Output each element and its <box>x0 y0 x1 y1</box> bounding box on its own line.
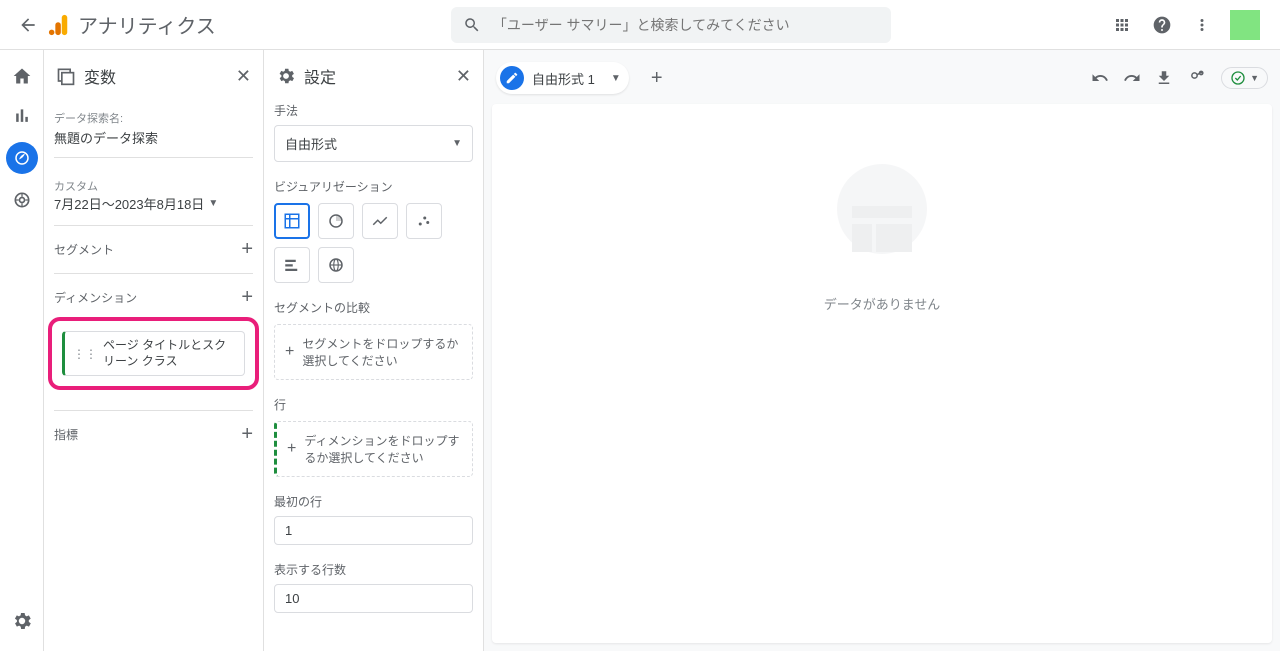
download-icon[interactable] <box>1155 69 1173 87</box>
add-segment-button[interactable]: + <box>241 238 253 261</box>
canvas-tab[interactable]: 自由形式 1 ▼ <box>496 62 629 94</box>
add-dimension-button[interactable]: + <box>241 286 253 309</box>
share-icon[interactable] <box>1187 68 1207 88</box>
date-value: 7月22日～2023年8月18日 <box>54 194 204 213</box>
canvas-body: データがありません <box>492 104 1272 643</box>
viz-line-button[interactable] <box>362 203 398 239</box>
viz-bar-button[interactable] <box>274 247 310 283</box>
apps-icon[interactable] <box>1110 13 1134 37</box>
segment-drop-text: セグメントをドロップするか選択してください <box>302 335 462 369</box>
dropdown-icon: ▼ <box>1250 73 1259 83</box>
first-row-label: 最初の行 <box>274 493 473 510</box>
dropdown-icon: ▼ <box>452 138 462 149</box>
segment-drop-area[interactable]: + セグメントをドロップするか選択してください <box>274 324 473 380</box>
settings-panel-title: 設定 <box>304 64 448 88</box>
segments-title: セグメント <box>54 241 114 258</box>
empty-state-icon <box>822 164 942 264</box>
edit-icon <box>500 66 524 90</box>
dropdown-icon: ▼ <box>611 73 621 84</box>
canvas-tab-label: 自由形式 1 <box>532 69 595 88</box>
rows-label: 行 <box>274 396 473 413</box>
more-icon[interactable] <box>1190 13 1214 37</box>
viz-table-button[interactable] <box>274 203 310 239</box>
rail-home-icon[interactable] <box>8 62 36 90</box>
date-label: カスタム <box>54 178 253 194</box>
variables-panel-title: 変数 <box>84 64 228 88</box>
settings-close-icon[interactable]: ✕ <box>456 66 471 87</box>
visualization-label: ビジュアリゼーション <box>274 178 473 195</box>
viz-donut-button[interactable] <box>318 203 354 239</box>
rows-drop-area[interactable]: + ディメンションをドロップするか選択してください <box>274 421 473 477</box>
undo-icon[interactable] <box>1091 69 1109 87</box>
dimensions-title: ディメンション <box>54 289 137 306</box>
search-input[interactable] <box>493 17 879 33</box>
back-button[interactable] <box>16 13 40 37</box>
metrics-title: 指標 <box>54 426 78 443</box>
variables-icon <box>56 66 76 86</box>
rail-settings-icon[interactable] <box>8 607 36 635</box>
settings-icon <box>276 66 296 86</box>
empty-state-text: データがありません <box>824 294 941 313</box>
help-icon[interactable] <box>1150 13 1174 37</box>
search-icon <box>463 16 481 34</box>
rows-shown-label: 表示する行数 <box>274 561 473 578</box>
rows-shown-input[interactable]: 10 <box>274 584 473 613</box>
redo-icon[interactable] <box>1123 69 1141 87</box>
rail-explore-icon[interactable] <box>6 142 38 174</box>
exploration-name-value[interactable]: 無題のデータ探索 <box>54 128 253 147</box>
avatar[interactable] <box>1230 10 1260 40</box>
date-picker[interactable]: 7月22日～2023年8月18日 ▼ <box>54 194 253 213</box>
drag-handle-icon: ⋮⋮ <box>73 347 97 361</box>
app-title: アナリティクス <box>78 10 216 39</box>
search-box[interactable] <box>451 7 891 43</box>
rows-drop-text: ディメンションをドロップするか選択してください <box>304 432 462 466</box>
dimension-chip[interactable]: ⋮⋮ ページ タイトルとスクリーン クラス <box>62 331 245 376</box>
add-tab-button[interactable]: + <box>641 62 673 94</box>
add-metric-button[interactable]: + <box>241 423 253 446</box>
technique-label: 手法 <box>274 102 473 119</box>
variables-close-icon[interactable]: ✕ <box>236 66 251 87</box>
viz-scatter-button[interactable] <box>406 203 442 239</box>
viz-geo-button[interactable] <box>318 247 354 283</box>
rail-reports-icon[interactable] <box>8 102 36 130</box>
exploration-name-label: データ探索名: <box>54 110 253 126</box>
technique-value: 自由形式 <box>285 134 337 153</box>
rail-advertising-icon[interactable] <box>8 186 36 214</box>
first-row-input[interactable]: 1 <box>274 516 473 545</box>
status-chip[interactable]: ▼ <box>1221 67 1268 89</box>
segment-compare-label: セグメントの比較 <box>274 299 473 316</box>
ga-logo-icon <box>48 13 70 37</box>
dropdown-icon: ▼ <box>208 198 218 209</box>
dimension-chip-label: ページ タイトルとスクリーン クラス <box>103 338 236 369</box>
dimension-chip-highlight: ⋮⋮ ページ タイトルとスクリーン クラス <box>48 317 259 390</box>
technique-select[interactable]: 自由形式 ▼ <box>274 125 473 162</box>
